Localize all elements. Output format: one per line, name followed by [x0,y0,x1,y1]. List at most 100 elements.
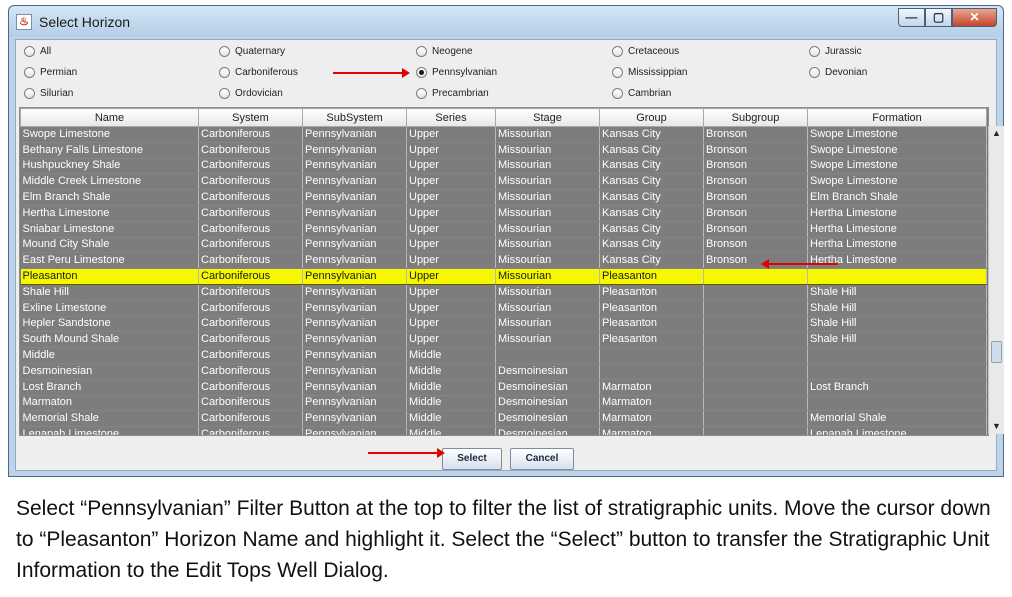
java-cup-icon: ♨ [16,14,32,30]
cell-stage: Desmoinesian [495,410,600,428]
cell-stage: Missourian [495,189,600,206]
title-bar[interactable]: ♨ Select Horizon — ▢ ✕ [9,6,1003,37]
filter-radio-mississippian[interactable]: Mississippian [612,64,687,80]
cell-subsystem: Pennsylvanian [302,331,407,349]
instruction-caption: Select “Pennsylvanian” Filter Button at … [16,497,991,582]
table-row[interactable]: Bethany Falls Limestone Carboniferous Penn… [20,142,987,159]
column-header-subgroup[interactable]: Subgroup [703,108,808,127]
cell-subgroup [703,268,808,285]
annotation-arrow-row [761,259,838,269]
cell-subgroup: Bronson [703,142,808,159]
column-header-formation[interactable]: Formation [807,108,987,127]
table-row[interactable]: Hepler Sandstone Carboniferous Pennsylvani… [20,316,987,333]
table-row[interactable]: Pleasanton Carboniferous Pennsylvanian Uppe… [20,268,987,285]
filter-radio-quaternary[interactable]: Quaternary [219,43,285,59]
table-row[interactable]: Middle Carboniferous Pennsylvanian Middle [20,347,987,364]
column-header-group[interactable]: Group [599,108,704,127]
radio-button-icon[interactable] [24,66,35,78]
radio-button-icon[interactable] [416,45,427,57]
filter-radio-jurassic[interactable]: Jurassic [809,43,862,59]
cell-group [599,347,704,364]
cell-group: Marmaton [599,379,704,396]
radio-button-icon[interactable] [612,87,623,99]
filter-label: Ordovician [235,87,283,99]
table-row[interactable]: Hertha Limestone Carboniferous Pennsylvani… [20,205,987,222]
cell-name: Desmoinesian [20,363,199,380]
cell-series: Upper [406,158,496,175]
radio-button-icon[interactable] [219,87,230,99]
radio-button-icon[interactable] [809,66,820,78]
table-row[interactable]: Hushpuckney Shale Carboniferous Pennsylvan… [20,158,987,175]
cell-formation: Shale Hill [807,331,987,349]
table-row[interactable]: Lenapah Limestone Carboniferous Pennsylvan… [20,426,987,435]
column-header-series[interactable]: Series [406,108,496,127]
filter-radio-all[interactable]: All [24,43,51,59]
column-header-subsystem[interactable]: SubSystem [302,108,407,127]
table-row[interactable]: Middle Creek Limestone Carboniferous Penns… [20,173,987,191]
cell-system: Carboniferous [198,363,303,380]
minimize-icon[interactable]: — [898,8,925,27]
filter-radio-ordovician[interactable]: Ordovician [219,85,283,101]
table-row[interactable]: Mound City Shale Carboniferous Pennsylvani… [20,237,987,254]
cell-subsystem: Pennsylvanian [302,142,407,159]
column-header-system[interactable]: System [198,108,303,127]
table-row[interactable]: Desmoinesian Carboniferous Pennsylvanian Mi… [20,363,987,380]
table-row[interactable]: Swope Limestone Carboniferous Pennsylvania… [20,126,987,143]
table-row[interactable]: Marmaton Carboniferous Pennsylvanian Middle… [20,395,987,412]
radio-button-icon[interactable] [809,45,820,57]
radio-button-icon[interactable] [612,45,623,57]
cancel-button[interactable]: Cancel [510,448,574,470]
filter-radio-permian[interactable]: Permian [24,64,77,80]
table-row[interactable]: Memorial Shale Carboniferous Pennsylvanian… [20,410,987,428]
radio-button-icon[interactable] [24,87,35,99]
cell-group: Kansas City [599,221,704,238]
select-button[interactable]: Select [442,448,502,470]
filter-radio-neogene[interactable]: Neogene [416,43,473,59]
radio-button-icon[interactable] [416,87,427,99]
close-icon[interactable]: ✕ [952,8,997,27]
table-row[interactable]: Lost Branch Carboniferous Pennsylvanian Mid… [20,379,987,396]
column-header-stage[interactable]: Stage [495,108,600,127]
filter-radio-precambrian[interactable]: Precambrian [416,85,489,101]
cell-system: Carboniferous [198,379,303,396]
filter-radio-carboniferous[interactable]: Carboniferous [219,64,298,80]
radio-button-icon[interactable] [416,66,427,78]
scroll-up-icon[interactable]: ▲ [989,126,1004,141]
cell-system: Carboniferous [198,347,303,364]
table-row[interactable]: East Peru Limestone Carboniferous Pennsylv… [20,252,987,270]
cell-subsystem: Pennsylvanian [302,284,407,301]
cell-formation: Swope Limestone [807,142,987,159]
filter-radio-pennsylvanian[interactable]: Pennsylvanian [416,64,497,80]
table-row[interactable]: Exline Limestone Carboniferous Pennsylvani… [20,300,987,317]
radio-button-icon[interactable] [219,66,230,78]
filter-label: Carboniferous [235,66,298,78]
cell-name: Memorial Shale [20,410,199,428]
filter-radio-cretaceous[interactable]: Cretaceous [612,43,679,59]
scroll-down-icon[interactable]: ▼ [989,419,1004,434]
cell-stage: Desmoinesian [495,426,600,435]
table-row[interactable]: Shale Hill Carboniferous Pennsylvanian Uppe… [20,284,987,301]
filter-radio-devonian[interactable]: Devonian [809,64,867,80]
radio-button-icon[interactable] [219,45,230,57]
table-row[interactable]: Sniabar Limestone Carboniferous Pennsylvan… [20,221,987,238]
cell-stage: Missourian [495,300,600,317]
cell-series: Upper [406,173,496,191]
cell-group: Kansas City [599,142,704,159]
filter-radio-cambrian[interactable]: Cambrian [612,85,671,101]
cell-subgroup: Bronson [703,158,808,175]
cell-system: Carboniferous [198,410,303,428]
cell-stage: Missourian [495,316,600,333]
cell-series: Upper [406,268,496,285]
radio-button-icon[interactable] [24,45,35,57]
column-header-name[interactable]: Name [20,108,199,127]
cell-series: Upper [406,316,496,333]
table-row[interactable]: South Mound Shale Carboniferous Pennsylvan… [20,331,987,349]
scroll-thumb[interactable] [991,341,1002,363]
maximize-icon[interactable]: ▢ [925,8,952,27]
filter-radio-silurian[interactable]: Silurian [24,85,73,101]
table-row[interactable]: Elm Branch Shale Carboniferous Pennsylvani… [20,189,987,206]
cell-subgroup [703,316,808,333]
vertical-scrollbar[interactable]: ▲ ▼ [988,126,1004,434]
radio-button-icon[interactable] [612,66,623,78]
filter-label: Jurassic [825,45,862,57]
